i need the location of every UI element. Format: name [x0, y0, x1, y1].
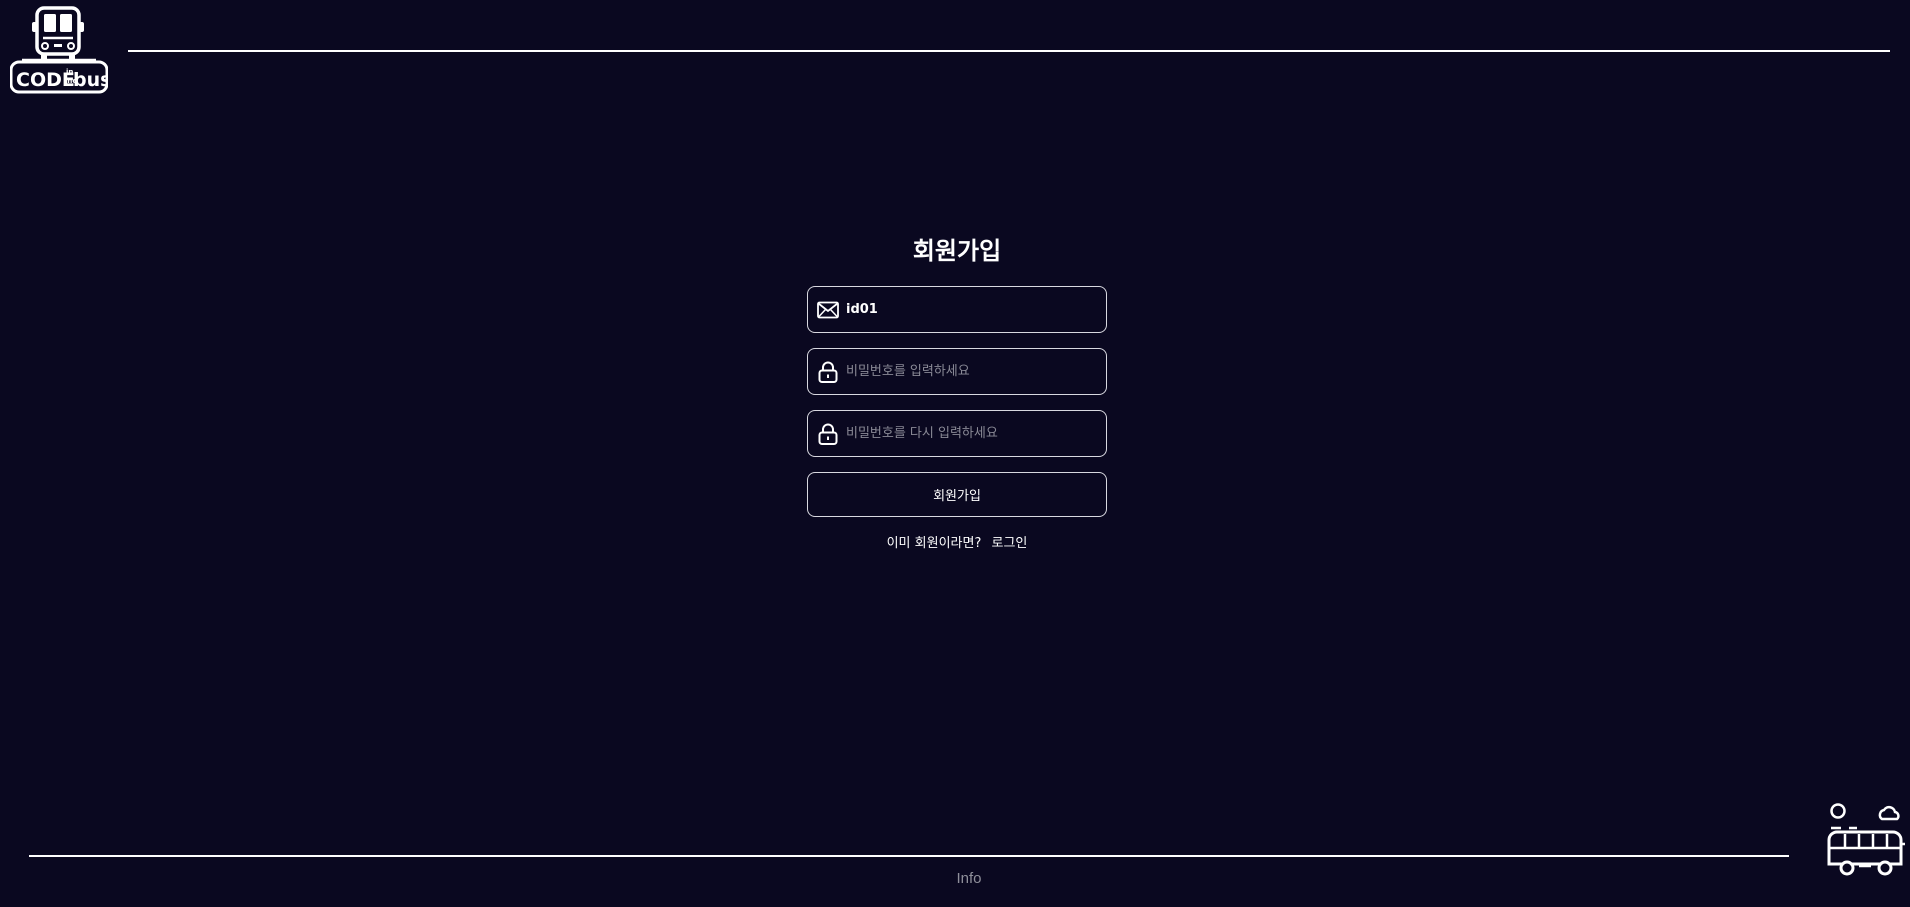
id-input[interactable]	[846, 289, 1106, 330]
signup-button[interactable]: 회원가입	[807, 472, 1107, 517]
password-confirm-field-container	[807, 410, 1107, 457]
password-field-container	[807, 348, 1107, 395]
signup-form: 회원가입 id01 회원가입 이미 회원이라면? 로그인	[807, 234, 1107, 554]
header-divider	[128, 50, 1890, 52]
login-prompt-text: 이미 회원이라면?	[886, 536, 982, 551]
code-in-the-bus-logo[interactable]: CODE in the bus	[10, 6, 108, 94]
login-prompt-row: 이미 회원이라면? 로그인	[807, 534, 1107, 554]
login-link[interactable]: 로그인	[992, 536, 1028, 551]
signup-page: CODE in the bus 회원가입 id01 회원가입 이미 회원이라면?…	[0, 0, 1910, 907]
password-input[interactable]	[846, 351, 1106, 392]
password-confirm-input[interactable]	[846, 413, 1106, 454]
mail-icon	[817, 299, 839, 321]
signup-title: 회원가입	[912, 237, 1002, 265]
footer-info-link[interactable]: Info	[0, 870, 1910, 887]
id-field-container	[807, 286, 1107, 333]
bus-illustration-icon	[1827, 803, 1905, 876]
logo-text-bus: bus	[73, 69, 108, 91]
lock-icon	[817, 361, 839, 383]
footer-divider	[29, 855, 1789, 857]
lock-icon	[817, 423, 839, 445]
